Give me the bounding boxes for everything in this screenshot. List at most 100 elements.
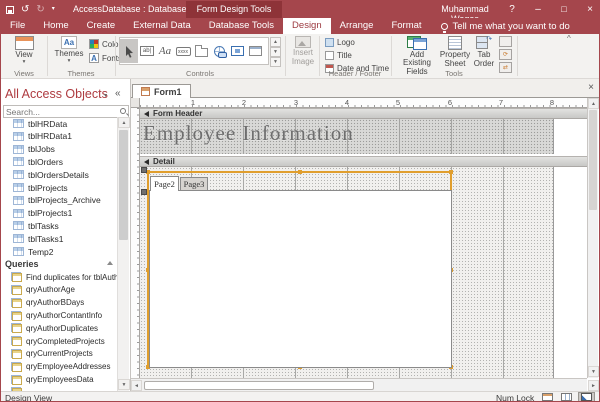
search-input[interactable] (6, 106, 114, 117)
gallery-scroll-down-icon[interactable]: ▼ (270, 47, 281, 57)
form-header-grid[interactable]: Employee Information (140, 119, 554, 154)
nav-query-item[interactable]: qryEmployeeAddresses (1, 360, 127, 373)
vertical-ruler (131, 108, 140, 378)
tab-page2[interactable]: Page2 (150, 176, 179, 191)
nav-query-item[interactable]: qryCurrentProjects (1, 347, 127, 360)
tell-me-box[interactable]: Tell me what you want to do (441, 18, 570, 34)
logo-button[interactable]: Logo (325, 38, 355, 47)
close-button[interactable]: × (579, 1, 600, 18)
tab-control-tool[interactable] (192, 39, 210, 63)
close-document-icon[interactable]: × (585, 82, 597, 93)
nav-query-item[interactable]: qryCompletedProjects (1, 335, 127, 348)
gallery-scroll-up-icon[interactable]: ▲ (270, 37, 281, 47)
nav-pane-menu-icon[interactable]: ▾ (104, 92, 107, 99)
nav-table-item[interactable]: tblHRData1 (1, 130, 127, 143)
nav-table-item[interactable]: Temp2 (1, 245, 127, 258)
tab-create[interactable]: Create (78, 18, 125, 34)
nav-query-item[interactable]: qryEmployeesData (1, 373, 127, 386)
tab-order-button[interactable]: ↷ Tab Order (471, 36, 497, 68)
table-icon (13, 119, 24, 128)
tab-home[interactable]: Home (34, 18, 77, 34)
detail-section-bar[interactable]: Detail (140, 156, 587, 167)
colors-icon (89, 39, 99, 49)
text-box-tool[interactable]: ab| (138, 39, 156, 63)
form-title-label[interactable]: Employee Information (143, 121, 354, 146)
move-handle[interactable] (141, 167, 147, 173)
view-button[interactable]: View ▾ (9, 36, 39, 64)
move-handle[interactable] (141, 189, 147, 195)
form-view-button[interactable] (539, 393, 556, 402)
nav-query-item[interactable]: qryAuthorBDays (1, 296, 127, 309)
nav-pane-title[interactable]: All Access Objects (5, 87, 108, 101)
tab-form1[interactable]: Form1 (132, 84, 191, 98)
nav-pane-scrollbar[interactable]: ▲ ▼ (117, 117, 129, 391)
gallery-more-icon[interactable]: ▼ (270, 57, 281, 67)
scrollbar-thumb[interactable] (589, 110, 597, 210)
nav-table-item[interactable]: tblProjects (1, 181, 127, 194)
queries-group-header[interactable]: Queries (1, 258, 127, 271)
tab-database-tools[interactable]: Database Tools (200, 18, 283, 34)
nav-table-item[interactable]: tblTasks (1, 219, 127, 232)
table-icon (13, 221, 24, 230)
title-button[interactable]: Title (325, 51, 352, 60)
table-icon (13, 234, 24, 243)
redo-button[interactable]: ↻ (36, 2, 44, 17)
tab-design[interactable]: Design (283, 18, 331, 34)
nav-query-item[interactable]: qryAuthorAge (1, 283, 127, 296)
tab-format[interactable]: Format (382, 18, 430, 34)
nav-table-item[interactable]: tblTasks1 (1, 232, 127, 245)
view-code-icon[interactable]: ⟳ (499, 49, 512, 60)
resize-handle[interactable] (449, 170, 453, 174)
nav-table-item[interactable]: tblJobs (1, 143, 127, 156)
vertical-scrollbar[interactable]: ▲ ▼ (587, 98, 598, 378)
label-tool[interactable]: Aa (156, 39, 174, 63)
nav-query-item[interactable]: Find duplicates for tblAuthors (1, 271, 127, 284)
horizontal-scrollbar[interactable]: ◄ (131, 378, 587, 391)
customize-qat-button[interactable]: ▾ (52, 2, 55, 17)
undo-button[interactable]: ↺ (21, 2, 29, 17)
tab-control-body[interactable] (149, 190, 452, 368)
subform-in-new-window-icon[interactable] (499, 36, 512, 47)
design-view-button[interactable] (578, 392, 595, 402)
tab-file[interactable]: File (1, 18, 34, 34)
property-sheet-button[interactable]: Property Sheet (439, 36, 471, 68)
resize-handle[interactable] (298, 170, 302, 174)
nav-query-item[interactable]: qryAuthorDuplicates (1, 322, 127, 335)
nav-table-item[interactable]: tblOrders (1, 155, 127, 168)
views-group-label: Views (1, 69, 47, 78)
scroll-up-icon[interactable]: ▲ (588, 98, 599, 109)
query-icon (11, 298, 22, 308)
nav-table-item[interactable]: tblProjects1 (1, 207, 127, 220)
scroll-down-icon[interactable]: ▼ (588, 366, 599, 377)
nav-table-item[interactable]: tblOrdersDetails (1, 168, 127, 181)
themes-button[interactable]: Aa Themes ▾ (53, 36, 85, 63)
insert-image-button[interactable]: Insert Image (289, 36, 317, 66)
button-tool[interactable]: xxxx (174, 39, 192, 63)
datasheet-view-button[interactable] (558, 393, 575, 402)
navigation-control-tool[interactable] (246, 39, 264, 63)
scroll-down-icon[interactable]: ▼ (118, 379, 130, 390)
nav-table-item[interactable]: tblHRData (1, 117, 127, 130)
web-browser-control-tool[interactable] (228, 39, 246, 63)
scroll-up-icon[interactable]: ▲ (118, 117, 130, 128)
collapse-ribbon-icon[interactable]: ^ (567, 34, 571, 43)
scrollbar-thumb[interactable] (119, 130, 128, 240)
tab-external-data[interactable]: External Data (124, 18, 200, 34)
scroll-right-icon[interactable]: ► (588, 380, 599, 391)
save-button[interactable] (6, 1, 14, 19)
nav-table-item[interactable]: tblProjects_Archive (1, 194, 127, 207)
form-header-section-bar[interactable]: Form Header (140, 108, 587, 119)
scroll-left-icon[interactable]: ◄ (131, 380, 142, 391)
select-tool[interactable] (120, 39, 138, 63)
collapse-group-icon[interactable] (107, 261, 113, 265)
collapse-nav-pane-button[interactable]: « (115, 88, 121, 99)
nav-query-item[interactable]: qryAuthorContantInfo (1, 309, 127, 322)
minimize-button[interactable]: – (527, 1, 549, 18)
hyperlink-tool[interactable] (210, 39, 228, 63)
maximize-button[interactable]: □ (553, 1, 575, 18)
scrollbar-thumb[interactable] (144, 381, 374, 390)
tab-page3[interactable]: Page3 (180, 177, 208, 190)
tab-arrange[interactable]: Arrange (331, 18, 383, 34)
help-button[interactable]: ? (501, 1, 523, 18)
query-icon (11, 285, 22, 295)
